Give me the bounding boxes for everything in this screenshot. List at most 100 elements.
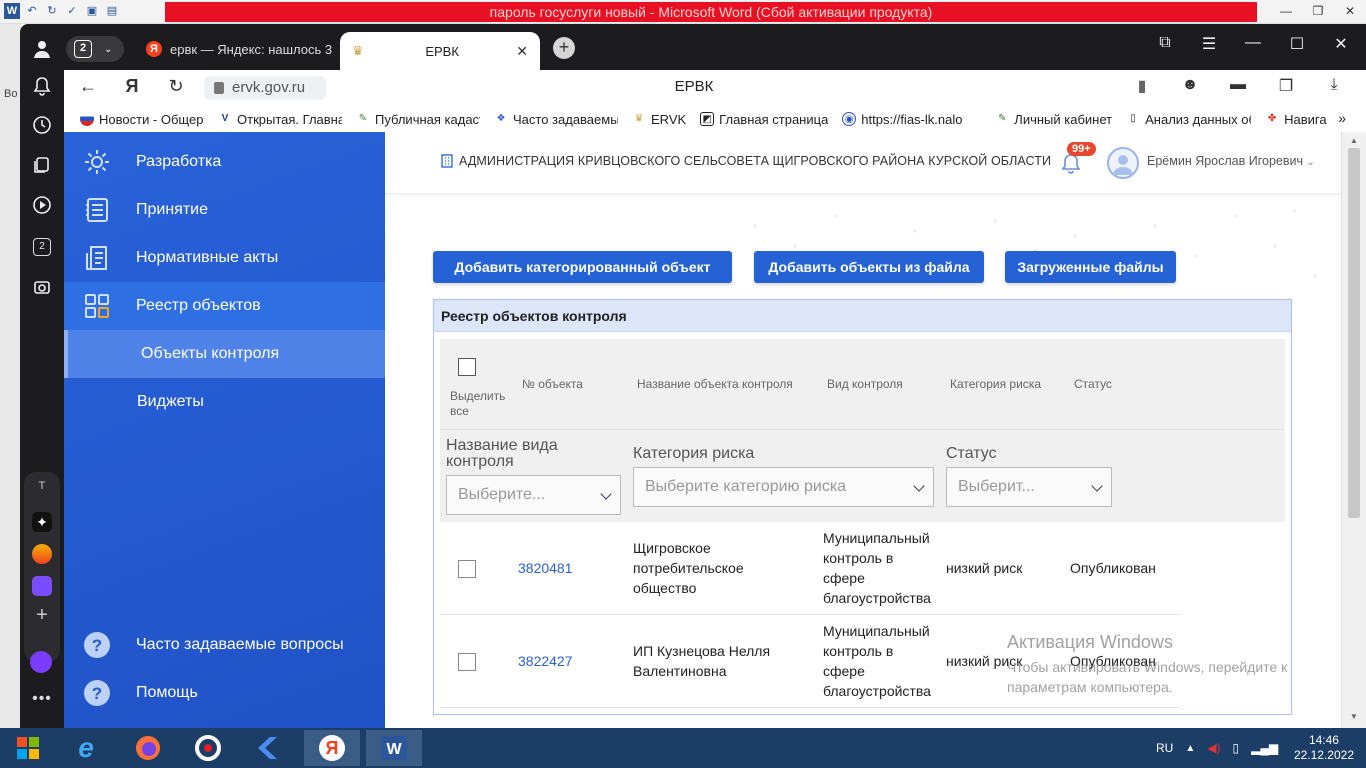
select-all-label: Выделить все [450, 389, 506, 418]
bookmark-item[interactable]: ✎ Личный кабинет [995, 112, 1112, 127]
bookmark-item[interactable]: ◩ Главная страница [700, 112, 828, 127]
filter-risk-select[interactable]: Выберите категорию риска [633, 467, 934, 507]
chevron-up-icon[interactable]: ▲ [1185, 743, 1195, 754]
download-icon[interactable]: ⤓ [1322, 76, 1346, 96]
start-button[interactable] [0, 730, 56, 766]
bookmark-item[interactable]: ♛ ERVK [632, 112, 687, 127]
device-icon[interactable]: ▯ [1232, 741, 1239, 755]
bookmark-item[interactable]: V Открытая. Главна [218, 112, 342, 127]
tab-yandex-search[interactable]: Я ервк — Яндекс: нашлось 3 [146, 36, 336, 62]
ie-app[interactable]: e [58, 730, 114, 766]
volume-icon[interactable]: ◀) [1207, 741, 1220, 755]
row-checkbox[interactable] [458, 560, 476, 578]
sidebar-item-faq[interactable]: ? Часто задаваемые вопросы [64, 621, 385, 669]
bookmark-item[interactable]: ✎ Публичная кадаст [356, 112, 480, 127]
spellcheck-icon[interactable]: ✓ [64, 3, 80, 19]
redo-icon[interactable]: ↻ [44, 3, 60, 19]
more-icon[interactable]: ••• [20, 690, 64, 708]
sidebar-item-widgets[interactable]: Виджеты [64, 378, 385, 426]
bookmark-item[interactable]: ▯ Анализ данных об [1126, 112, 1251, 127]
bookmark-item[interactable]: ❖ Часто задаваемы [494, 112, 618, 127]
sidebar-item-normative-acts[interactable]: Нормативные акты [64, 234, 385, 282]
close-tab-icon[interactable]: ✕ [516, 43, 528, 60]
vertical-scrollbar[interactable]: ▲ ▼ [1341, 132, 1366, 728]
bookmark-item[interactable]: ◉ https://fias-lk.nalo [842, 112, 981, 127]
back-icon[interactable]: ← [76, 76, 100, 97]
save-icon[interactable]: ▣ [84, 3, 100, 19]
reader-icon[interactable]: ❐ [1274, 76, 1298, 96]
firefox-app[interactable] [120, 730, 176, 766]
url-field[interactable]: ervk.gov.ru [204, 76, 326, 100]
sidebar-item-development[interactable]: Разработка [64, 138, 385, 186]
play-icon[interactable] [30, 195, 54, 219]
tabs-count-icon[interactable]: 2 [33, 238, 51, 256]
maximize-button[interactable]: ☐ [1286, 34, 1308, 54]
alice-icon[interactable] [30, 651, 52, 673]
column-header-status[interactable]: Статус [1074, 377, 1112, 391]
row-checkbox[interactable] [458, 653, 476, 671]
select-all-checkbox[interactable] [458, 358, 476, 376]
word-minimize-button[interactable]: — [1270, 0, 1302, 22]
notifications-icon[interactable] [30, 76, 54, 100]
sidebar-item-adoption[interactable]: Принятие [64, 186, 385, 234]
yandex-browser-app[interactable]: Я [304, 730, 360, 766]
object-number-link[interactable]: 3820481 [518, 558, 573, 578]
add-app-icon[interactable]: + [24, 604, 60, 627]
tab-counter[interactable]: 2 ⌄ [66, 36, 124, 62]
object-number-link[interactable]: 3822427 [518, 651, 573, 671]
add-objects-from-file-button[interactable]: Добавить объекты из файла [754, 251, 984, 283]
sidebar-item-help[interactable]: ? Помощь [64, 669, 385, 717]
history-icon[interactable] [30, 115, 54, 139]
reload-icon[interactable]: ↻ [164, 76, 188, 97]
new-tab-button[interactable]: + [553, 37, 575, 59]
bookmark-icon[interactable]: ▮ [1130, 76, 1154, 96]
clock[interactable]: 14:46 22.12.2022 [1294, 733, 1354, 763]
ccleaner-app[interactable] [180, 730, 236, 766]
sidebar-item-object-registry[interactable]: Реестр объектов [64, 282, 385, 330]
network-icon[interactable]: ▂▄▆ [1251, 741, 1278, 755]
screenshot-icon[interactable] [30, 277, 54, 301]
avatar[interactable] [1107, 147, 1139, 179]
profile-icon[interactable] [30, 39, 54, 63]
sidebar-subitem-control-objects[interactable]: Объекты контроля [64, 330, 385, 378]
kotlin-app[interactable] [240, 730, 296, 766]
protect-icon[interactable]: ▬ [1226, 76, 1250, 96]
more-bookmarks-icon[interactable]: » [1338, 110, 1346, 126]
scrollbar-thumb[interactable] [1348, 148, 1360, 518]
bookmark-item[interactable]: Новости - Общер [80, 112, 204, 127]
tab-ervk[interactable]: ♛ ЕРВК ✕ [340, 32, 540, 70]
add-categorized-object-button[interactable]: Добавить категорированный объект [433, 251, 732, 283]
column-header-risk[interactable]: Категория риска [950, 377, 1041, 391]
column-header-number[interactable]: № объекта [522, 377, 583, 391]
word-restore-button[interactable]: ❐ [1302, 0, 1334, 22]
word-close-button[interactable]: ✕ [1334, 0, 1366, 22]
collections-icon[interactable] [30, 155, 54, 179]
zen-icon[interactable] [32, 544, 52, 564]
dock-letter-t[interactable]: T [24, 480, 60, 492]
print-icon[interactable]: ▤ [104, 3, 120, 19]
extension-icon[interactable]: ☻ [1178, 76, 1202, 96]
column-header-name[interactable]: Название объекта контроля [637, 377, 793, 391]
column-header-kind[interactable]: Вид контроля [827, 377, 903, 391]
file-icon: ▯ [1130, 113, 1136, 124]
table-row[interactable]: 3820481 Щигровское потребительское общес… [440, 522, 1180, 615]
filter-kind-select[interactable]: Выберите... [446, 475, 621, 515]
scroll-down-icon[interactable]: ▼ [1350, 712, 1358, 721]
bookmark-panel-icon[interactable]: ⧉ [1154, 34, 1176, 54]
scroll-up-icon[interactable]: ▲ [1350, 136, 1358, 145]
language-indicator[interactable]: RU [1156, 741, 1173, 755]
user-menu[interactable]: Ерёмин Ярослав Игоревич ⌄ [1147, 154, 1315, 168]
menu-icon[interactable]: ☰ [1198, 34, 1220, 54]
close-button[interactable]: ✕ [1330, 34, 1352, 54]
word-app[interactable]: W [366, 730, 422, 766]
minimize-button[interactable]: — [1242, 34, 1264, 54]
organization-name[interactable]: АДМИНИСТРАЦИЯ КРИВЦОВСКОГО СЕЛЬСОВЕТА ЩИ… [441, 154, 1051, 168]
question-icon: ? [82, 630, 112, 660]
uploaded-files-button[interactable]: Загруженные файлы [1005, 251, 1176, 283]
alice-star-icon[interactable]: ✦ [32, 512, 52, 532]
yandex-icon[interactable]: Я [120, 76, 144, 97]
undo-icon[interactable]: ↶ [24, 3, 40, 19]
bookmark-item[interactable]: ✤ Навига [1265, 112, 1327, 127]
filter-status-select[interactable]: Выберит... [946, 467, 1112, 507]
messenger-icon[interactable] [32, 576, 52, 596]
